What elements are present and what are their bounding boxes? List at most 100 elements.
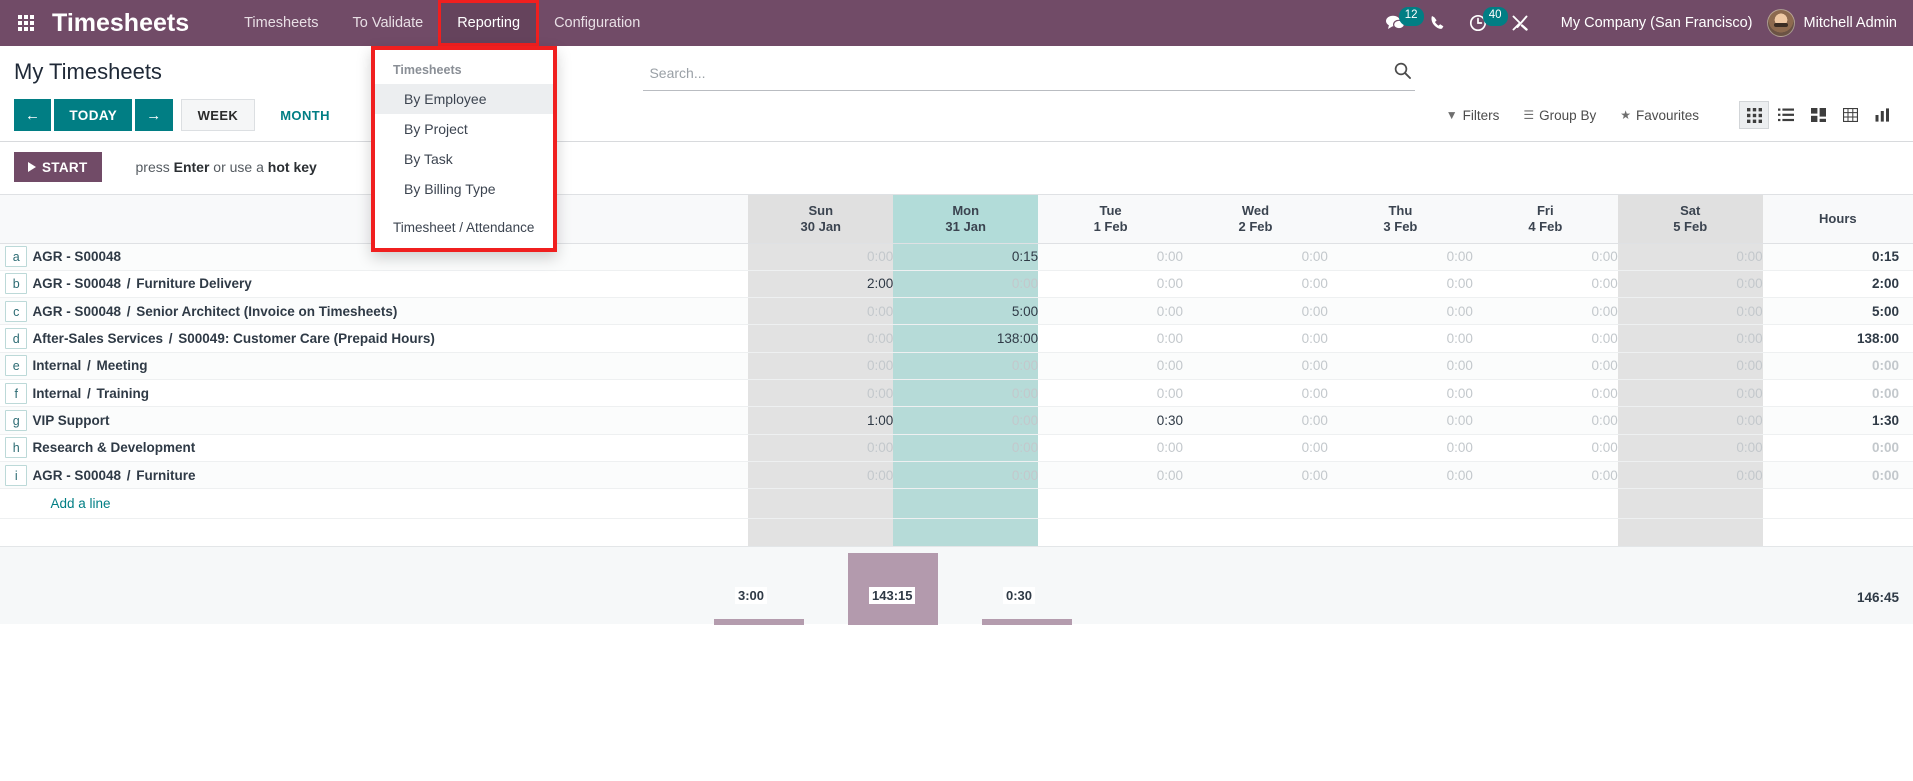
- row-project-task-label[interactable]: VIP Support: [32, 406, 749, 435]
- cell-mon-hours[interactable]: 0:00: [893, 379, 1039, 408]
- start-timer-button[interactable]: START: [14, 152, 102, 182]
- user-menu[interactable]: Mitchell Admin: [1766, 9, 1913, 37]
- messages-icon[interactable]: 12: [1373, 0, 1424, 46]
- cell-mon-hours[interactable]: 0:00: [893, 434, 1039, 462]
- row-shortcut-key[interactable]: f: [0, 379, 33, 408]
- favourites-dropdown[interactable]: ★ Favourites: [1608, 108, 1711, 123]
- cell-tue-hours[interactable]: 0:00: [1038, 461, 1184, 490]
- cell-mon-hours[interactable]: 0:00: [893, 352, 1039, 380]
- cell-sun-hours[interactable]: 1:00: [748, 406, 894, 435]
- cell-sun-hours[interactable]: 0:00: [748, 297, 894, 326]
- cell-sat-hours[interactable]: 0:00: [1617, 461, 1763, 490]
- searchbar[interactable]: [643, 60, 1416, 91]
- previous-period-button[interactable]: ←: [14, 99, 52, 131]
- cell-wed-hours[interactable]: 0:00: [1183, 461, 1328, 490]
- cell-tue-hours[interactable]: 0:00: [1038, 434, 1184, 462]
- cell-mon-hours[interactable]: 0:00: [893, 270, 1039, 299]
- cell-sun-hours[interactable]: 0:00: [748, 379, 894, 408]
- cell-fri-hours[interactable]: 0:00: [1472, 434, 1618, 462]
- cell-sun-hours[interactable]: 0:00: [748, 243, 894, 271]
- nav-menu-reporting[interactable]: Reporting: [438, 0, 540, 46]
- cell-thu-hours[interactable]: 0:00: [1327, 297, 1473, 326]
- cell-wed-hours[interactable]: 0:00: [1183, 243, 1328, 271]
- cell-sat-hours[interactable]: 0:00: [1617, 243, 1763, 271]
- add-a-line-link[interactable]: Add a line: [32, 496, 110, 511]
- today-button[interactable]: TODAY: [54, 99, 133, 131]
- cell-sun-hours[interactable]: 0:00: [748, 461, 894, 490]
- cell-sun-hours[interactable]: 2:00: [748, 270, 894, 299]
- row-project-task-label[interactable]: Internal / Training: [32, 379, 749, 408]
- row-project-task-label[interactable]: AGR - S00048 / Senior Architect (Invoice…: [32, 297, 749, 326]
- cell-tue-hours[interactable]: 0:30: [1038, 406, 1184, 435]
- row-shortcut-key[interactable]: c: [0, 297, 33, 326]
- cell-mon-hours[interactable]: 0:00: [893, 461, 1039, 490]
- cell-thu-hours[interactable]: 0:00: [1327, 379, 1473, 408]
- cell-fri-hours[interactable]: 0:00: [1472, 270, 1618, 299]
- cell-sun-hours[interactable]: 0:00: [748, 352, 894, 380]
- cell-fri-hours[interactable]: 0:00: [1472, 243, 1618, 271]
- row-project-task-label[interactable]: After-Sales Services / S00049: Customer …: [32, 324, 749, 353]
- cell-fri-hours[interactable]: 0:00: [1472, 352, 1618, 380]
- cell-wed-hours[interactable]: 0:00: [1183, 406, 1328, 435]
- cell-thu-hours[interactable]: 0:00: [1327, 243, 1473, 271]
- dropdown-item-by-billing-type[interactable]: By Billing Type: [375, 174, 553, 204]
- next-period-button[interactable]: →: [135, 99, 173, 131]
- row-shortcut-key[interactable]: g: [0, 406, 33, 435]
- search-input[interactable]: [647, 64, 1387, 82]
- cell-sat-hours[interactable]: 0:00: [1617, 297, 1763, 326]
- debug-tools-icon[interactable]: [1499, 0, 1541, 46]
- row-shortcut-key[interactable]: d: [0, 324, 33, 353]
- cell-fri-hours[interactable]: 0:00: [1472, 379, 1618, 408]
- cell-wed-hours[interactable]: 0:00: [1183, 324, 1328, 353]
- cell-sat-hours[interactable]: 0:00: [1617, 434, 1763, 462]
- cell-fri-hours[interactable]: 0:00: [1472, 297, 1618, 326]
- cell-wed-hours[interactable]: 0:00: [1183, 297, 1328, 326]
- graph-view-button[interactable]: [1867, 101, 1897, 129]
- cell-thu-hours[interactable]: 0:00: [1327, 406, 1473, 435]
- dropdown-item-by-project[interactable]: By Project: [375, 114, 553, 144]
- cell-sat-hours[interactable]: 0:00: [1617, 379, 1763, 408]
- cell-fri-hours[interactable]: 0:00: [1472, 406, 1618, 435]
- company-switcher[interactable]: My Company (San Francisco): [1547, 15, 1767, 31]
- group-by-dropdown[interactable]: ☰ Group By: [1511, 108, 1608, 123]
- cell-fri-hours[interactable]: 0:00: [1472, 324, 1618, 353]
- cell-wed-hours[interactable]: 0:00: [1183, 434, 1328, 462]
- row-shortcut-key[interactable]: i: [0, 461, 33, 490]
- cell-sat-hours[interactable]: 0:00: [1617, 270, 1763, 299]
- dropdown-item-by-task[interactable]: By Task: [375, 144, 553, 174]
- cell-tue-hours[interactable]: 0:00: [1038, 243, 1184, 271]
- cell-sun-hours[interactable]: 0:00: [748, 324, 894, 353]
- cell-tue-hours[interactable]: 0:00: [1038, 297, 1184, 326]
- cell-sat-hours[interactable]: 0:00: [1617, 324, 1763, 353]
- row-shortcut-key[interactable]: e: [0, 352, 33, 380]
- grid-view-button[interactable]: [1739, 101, 1769, 129]
- cell-wed-hours[interactable]: 0:00: [1183, 352, 1328, 380]
- cell-thu-hours[interactable]: 0:00: [1327, 434, 1473, 462]
- cell-wed-hours[interactable]: 0:00: [1183, 270, 1328, 299]
- dropdown-item-by-employee[interactable]: By Employee: [375, 84, 553, 114]
- nav-menu-configuration[interactable]: Configuration: [537, 2, 657, 44]
- cell-tue-hours[interactable]: 0:00: [1038, 352, 1184, 380]
- cell-thu-hours[interactable]: 0:00: [1327, 461, 1473, 490]
- cell-sun-hours[interactable]: 0:00: [748, 434, 894, 462]
- activities-clock-icon[interactable]: 40: [1457, 0, 1508, 46]
- row-shortcut-key[interactable]: a: [0, 243, 33, 271]
- apps-menu-icon[interactable]: [0, 0, 52, 46]
- row-shortcut-key[interactable]: h: [0, 434, 33, 462]
- cell-fri-hours[interactable]: 0:00: [1472, 461, 1618, 490]
- cell-sat-hours[interactable]: 0:00: [1617, 406, 1763, 435]
- search-icon[interactable]: [1386, 62, 1412, 84]
- cell-mon-hours[interactable]: 5:00: [893, 297, 1039, 326]
- cell-sat-hours[interactable]: 0:00: [1617, 352, 1763, 380]
- row-project-task-label[interactable]: Research & Development: [32, 434, 749, 462]
- cell-tue-hours[interactable]: 0:00: [1038, 270, 1184, 299]
- row-shortcut-key[interactable]: b: [0, 270, 33, 299]
- scale-month-button[interactable]: MONTH: [263, 99, 347, 131]
- cell-wed-hours[interactable]: 0:00: [1183, 379, 1328, 408]
- row-project-task-label[interactable]: Internal / Meeting: [32, 352, 749, 380]
- dropdown-section-timesheet-attendance[interactable]: Timesheet / Attendance: [375, 210, 553, 240]
- cell-thu-hours[interactable]: 0:00: [1327, 352, 1473, 380]
- cell-tue-hours[interactable]: 0:00: [1038, 379, 1184, 408]
- scale-week-button[interactable]: WEEK: [180, 99, 256, 131]
- nav-menu-timesheets[interactable]: Timesheets: [227, 2, 335, 44]
